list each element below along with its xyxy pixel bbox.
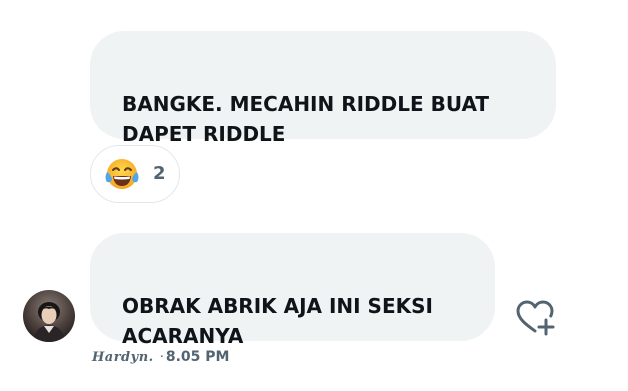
meta-separator: · [159,349,164,365]
face-with-tears-of-joy-icon [105,159,139,189]
message-bubble[interactable]: OBRAK ABRIK AJA INI SEKSI ACARANYA [90,233,495,348]
message-timestamp: 8.05 PM [165,349,230,365]
avatar-image [23,290,75,342]
message-bubble[interactable]: BANGKE. MECAHIN RIDDLE BUAT DAPET RIDDLE [90,31,556,146]
sender-name[interactable]: Hardyn. [92,350,154,365]
avatar[interactable] [23,290,75,342]
heart-plus-icon [516,300,555,336]
add-reaction-button[interactable] [514,298,558,338]
reaction-count: 2 [153,163,166,184]
message-meta: Hardyn. · 8.05 PM [92,347,229,367]
message-text: OBRAK ABRIK AJA INI SEKSI ACARANYA [122,294,433,348]
message-text: BANGKE. MECAHIN RIDDLE BUAT DAPET RIDDLE [122,92,490,146]
reaction-pill[interactable]: 2 [90,145,180,203]
